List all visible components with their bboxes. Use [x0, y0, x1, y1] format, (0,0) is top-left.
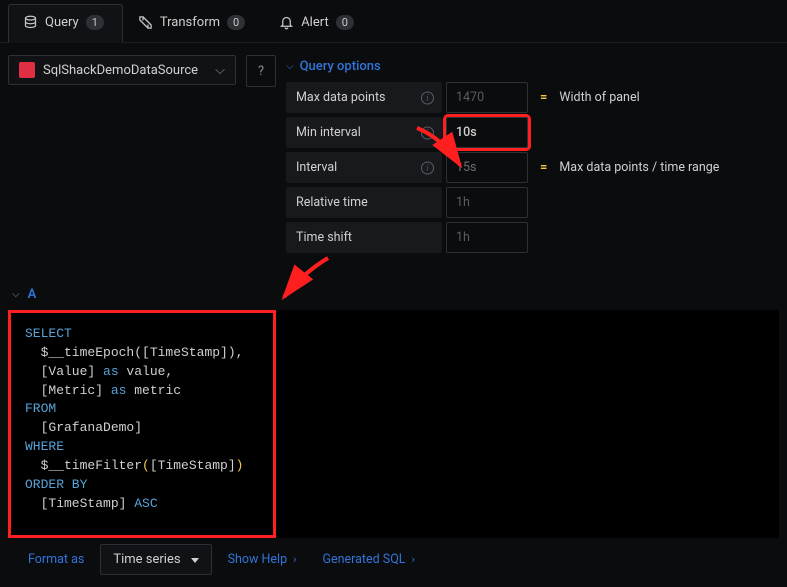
format-as-value: Time series: [113, 552, 180, 567]
label-time-shift: Time shift: [286, 222, 442, 253]
label-relative-time: Relative time: [286, 187, 442, 218]
query-options-toggle[interactable]: ⌵ Query options: [286, 55, 779, 82]
database-icon: [23, 15, 38, 30]
input-min-interval[interactable]: [446, 117, 528, 148]
chevron-right-icon: ›: [293, 553, 296, 566]
format-as-select[interactable]: Time series: [100, 544, 211, 575]
label-min-interval: Min interval i: [286, 117, 442, 148]
tab-transform-label: Transform: [160, 15, 220, 30]
tab-query[interactable]: Query 1: [8, 4, 123, 43]
bell-icon: [279, 15, 294, 30]
tab-transform-count: 0: [227, 15, 245, 30]
caret-down-icon: [191, 552, 199, 567]
input-interval: [446, 152, 528, 183]
sql-editor[interactable]: SELECT $__timeEpoch([TimeStamp]), [Value…: [8, 310, 276, 538]
tab-alert-label: Alert: [301, 15, 329, 30]
generated-sql-button[interactable]: Generated SQL›: [312, 545, 424, 574]
equals-separator: =: [532, 82, 555, 113]
label-interval: Interval i: [286, 152, 442, 183]
query-row-header[interactable]: ⌵ A: [8, 257, 779, 310]
chevron-down-icon: ⌵: [215, 63, 225, 78]
chevron-down-icon: ⌵: [286, 61, 294, 72]
query-bottom-bar: Format as Time series Show Help› Generat…: [8, 538, 779, 581]
input-relative-time[interactable]: [446, 187, 528, 218]
datasource-name: SqlShackDemoDataSource: [43, 63, 207, 78]
datasource-logo-icon: [19, 62, 35, 78]
input-max-data-points[interactable]: [446, 82, 528, 113]
datasource-picker[interactable]: SqlShackDemoDataSource ⌵: [8, 55, 236, 85]
query-tabs: Query 1 Transform 0 Alert 0: [0, 0, 787, 43]
tab-transform[interactable]: Transform 0: [123, 4, 264, 42]
info-icon[interactable]: i: [421, 161, 434, 174]
tab-alert[interactable]: Alert 0: [264, 4, 373, 42]
query-options: ⌵ Query options Max data points i = Widt…: [286, 55, 779, 257]
chevron-down-icon: ⌵: [12, 289, 20, 300]
input-time-shift[interactable]: [446, 222, 528, 253]
text-interval-formula: Max data points / time range: [559, 152, 719, 183]
query-letter: A: [28, 287, 37, 302]
tab-alert-count: 0: [336, 15, 354, 30]
show-help-button[interactable]: Show Help›: [218, 545, 307, 574]
text-width-of-panel: Width of panel: [559, 82, 639, 113]
info-icon[interactable]: i: [421, 126, 434, 139]
tab-query-label: Query: [45, 15, 79, 30]
equals-separator: =: [532, 152, 555, 183]
datasource-help-button[interactable]: ?: [246, 55, 276, 87]
tab-query-count: 1: [86, 15, 104, 30]
format-as-label: Format as: [18, 545, 94, 574]
editor-fill: [276, 310, 779, 538]
query-options-label: Query options: [300, 59, 381, 74]
transform-icon: [138, 15, 153, 30]
chevron-right-icon: ›: [412, 553, 415, 566]
info-icon[interactable]: i: [421, 91, 434, 104]
label-max-data-points: Max data points i: [286, 82, 442, 113]
question-icon: ?: [258, 64, 264, 79]
